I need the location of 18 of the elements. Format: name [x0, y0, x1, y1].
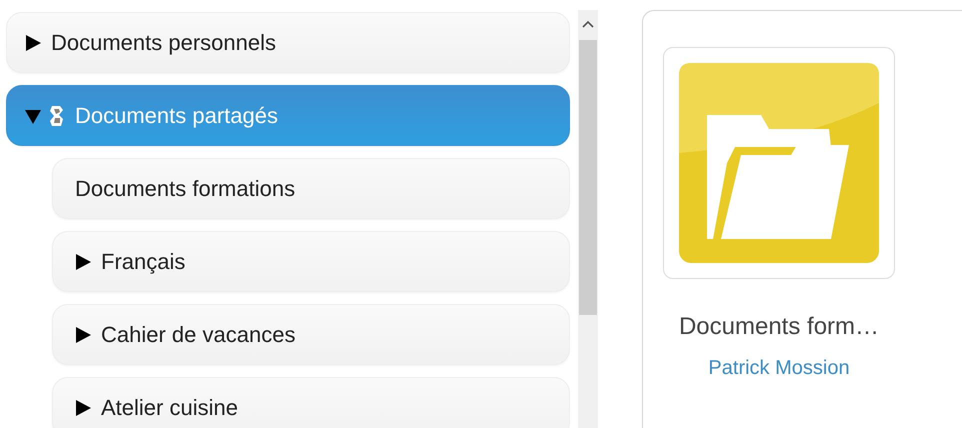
folder-title[interactable]: Documents form… — [678, 313, 880, 341]
author-link[interactable]: Patrick Mossion — [708, 357, 850, 380]
tree-item[interactable]: Atelier cuisine — [52, 377, 570, 428]
folder-icon — [679, 63, 879, 263]
tree-item[interactable]: Français — [52, 231, 570, 292]
scrollbar-thumb[interactable] — [579, 40, 597, 315]
scrollbar[interactable] — [578, 10, 598, 428]
tree-item[interactable]: Documents formations — [52, 158, 570, 219]
expand-arrow-icon[interactable] — [75, 400, 91, 416]
tree-item[interactable]: Documents personnels — [6, 12, 570, 73]
shared-documents-icon — [49, 104, 65, 126]
folder-card[interactable]: Documents form… Patrick Mossion — [642, 10, 962, 428]
expand-arrow-icon[interactable] — [75, 326, 91, 342]
collapse-arrow-icon[interactable] — [25, 108, 41, 124]
expand-arrow-icon[interactable] — [25, 34, 41, 50]
expand-arrow-icon[interactable] — [75, 254, 91, 270]
tree-item[interactable]: Cahier de vacances — [52, 304, 570, 365]
scroll-up-icon[interactable] — [582, 20, 594, 28]
